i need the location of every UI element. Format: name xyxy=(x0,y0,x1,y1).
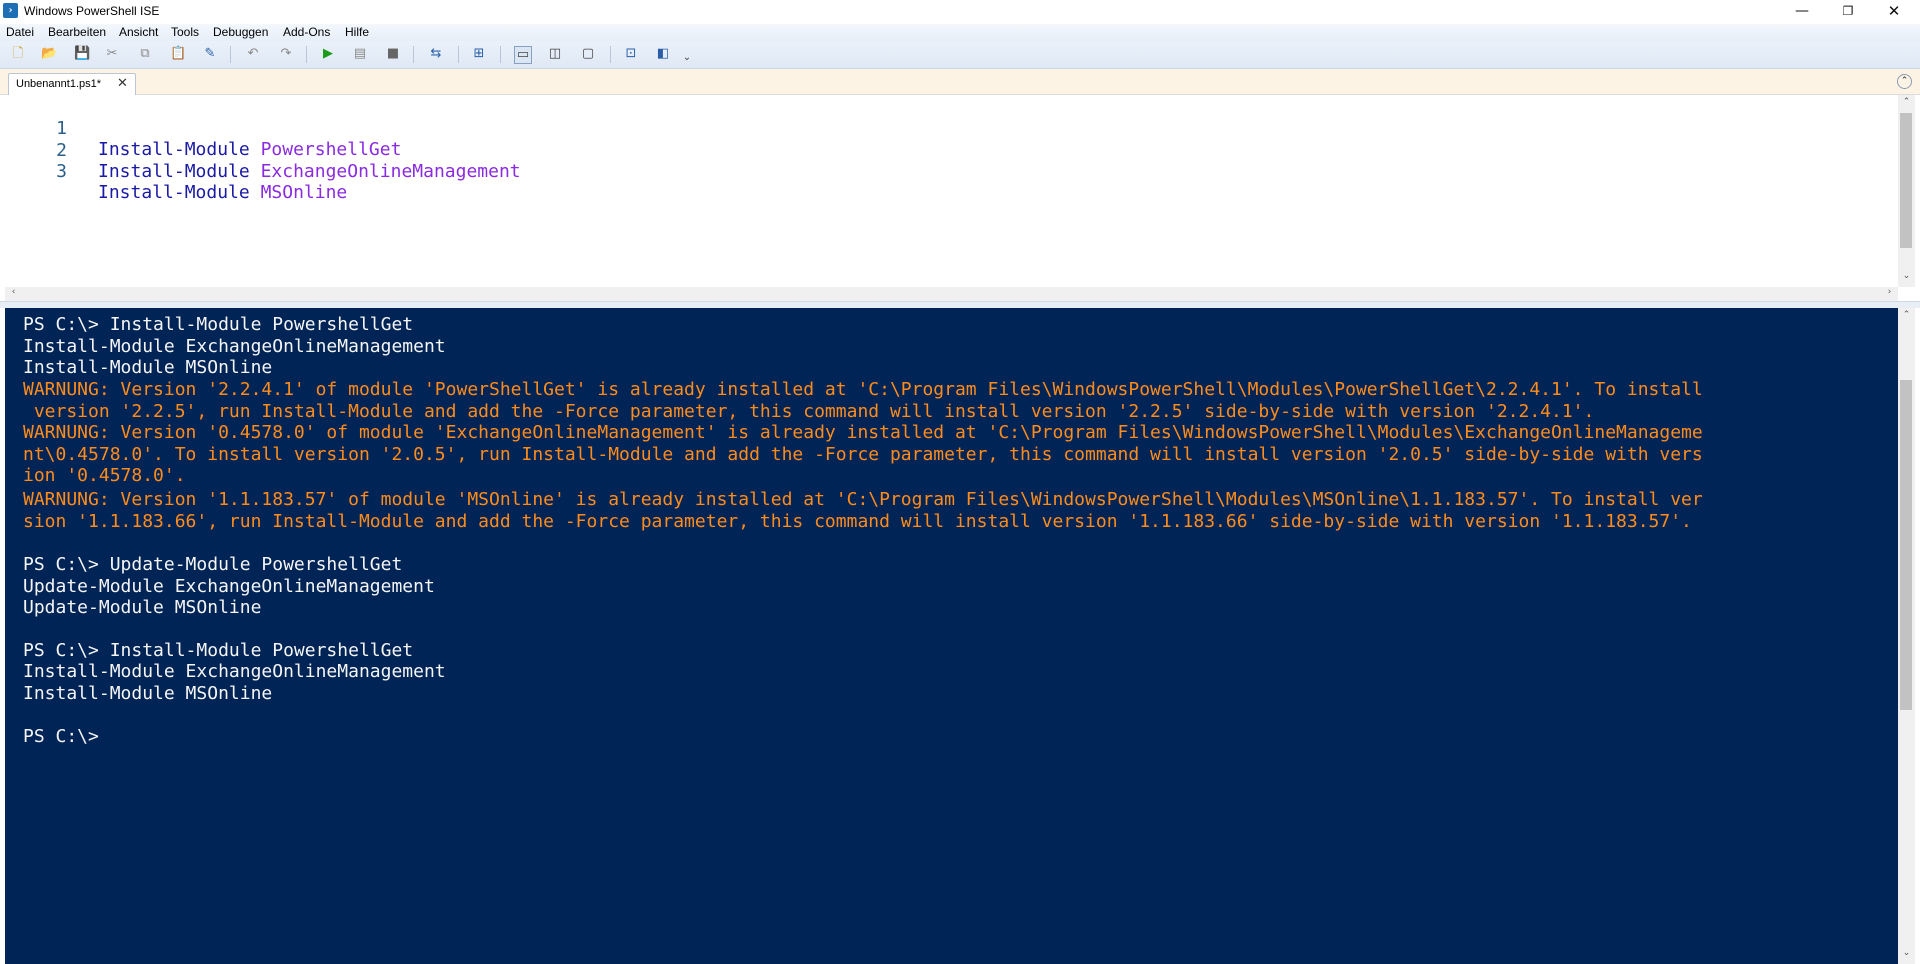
toolbar-overflow-icon[interactable]: ⌄ xyxy=(679,50,695,66)
console-line: Install-Module MSOnline xyxy=(23,357,273,378)
argument-token: ExchangeOnlineManagement xyxy=(260,161,521,182)
console-line: PS C:\> Update-Module PowershellGet xyxy=(23,554,403,575)
menu-hilfe[interactable]: Hilfe xyxy=(345,25,369,39)
start-powershell-icon[interactable]: ⊞ xyxy=(471,46,487,62)
tab-label: Unbenannt1.ps1* xyxy=(16,78,102,90)
console-warning-line: ion '0.4578.0'. xyxy=(23,465,186,486)
console-warning-line: WARNUNG: Version '2.2.4.1' of module 'Po… xyxy=(23,379,1703,400)
console-line: Install-Module MSOnline xyxy=(23,683,273,704)
toolbar-separator xyxy=(306,46,307,63)
run-script-icon[interactable]: ▶ xyxy=(320,46,336,62)
toolbar-separator xyxy=(230,46,231,63)
toolbar-separator xyxy=(458,46,459,63)
scroll-left-icon[interactable]: ‹ xyxy=(5,287,22,297)
layout-max-icon[interactable]: ▢ xyxy=(580,46,596,62)
menu-tools[interactable]: Tools xyxy=(171,25,199,39)
console-line: Update-Module ExchangeOnlineManagement xyxy=(23,576,435,597)
undo-icon[interactable]: ↶ xyxy=(245,46,261,62)
clear-console-icon[interactable]: ✎ xyxy=(202,46,218,62)
editor-vertical-scrollbar[interactable]: ⌃ ⌄ xyxy=(1898,95,1915,287)
pane-splitter[interactable] xyxy=(0,301,1920,308)
menu-bar: Datei Bearbeiten Ansicht Tools Debuggen … xyxy=(0,24,1920,41)
console-line: PS C:\> Install-Module PowershellGet xyxy=(23,640,414,661)
editor-line: 1 Install-Module PowershellGet xyxy=(5,97,1895,160)
powershell-ise-window: › Windows PowerShell ISE — ❐ ✕ Datei Bea… xyxy=(0,0,1920,964)
layout-top-icon[interactable]: ▭ xyxy=(514,46,532,64)
console-line: PS C:\> Install-Module PowershellGet xyxy=(23,314,414,335)
toolbar: 🗋 📂 💾 ✂ ⧉ 📋 ✎ ↶ ↷ ▶ ▤ ■ ⇆ ⊞ ▭ ◫ ▢ ⊡ ◧ ⌄ xyxy=(0,41,1920,69)
editor-scroll-thumb[interactable] xyxy=(1900,113,1912,248)
scroll-up-icon[interactable]: ⌃ xyxy=(1898,97,1915,107)
new-icon[interactable]: 🗋 xyxy=(10,46,26,62)
tab-close-icon[interactable]: ✕ xyxy=(117,76,128,91)
paste-icon[interactable]: 📋 xyxy=(170,46,186,62)
line-number: 3 xyxy=(56,161,67,182)
run-selection-icon[interactable]: ▤ xyxy=(352,46,368,62)
scroll-down-icon[interactable]: ⌄ xyxy=(1898,271,1915,281)
remote-powershell-icon[interactable]: ⇆ xyxy=(428,46,444,62)
editor-line: 3 Install-Module MSOnline xyxy=(5,140,1895,203)
toolbar-separator xyxy=(610,46,611,63)
console-warning-line: sion '1.1.183.66', run Install-Module an… xyxy=(23,511,1692,532)
stop-icon[interactable]: ■ xyxy=(385,46,401,62)
scroll-up-icon[interactable]: ⌃ xyxy=(1898,310,1915,320)
code-line: Install-Module MSOnline xyxy=(98,182,347,203)
console-pane[interactable]: PS C:\> Install-Module PowershellGet Ins… xyxy=(5,308,1898,964)
tab-unbenannt1[interactable]: Unbenannt1.ps1* ✕ xyxy=(8,73,136,95)
console-warning-line: WARNUNG: Version '0.4578.0' of module 'E… xyxy=(23,422,1703,443)
menu-bearbeiten[interactable]: Bearbeiten xyxy=(48,25,106,39)
console-line: Install-Module ExchangeOnlineManagement xyxy=(23,661,446,682)
powershell-app-icon: › xyxy=(3,3,18,18)
toolbar-separator xyxy=(413,46,414,63)
minimize-button[interactable]: — xyxy=(1779,0,1825,22)
cmdlet-token: Install-Module xyxy=(98,161,250,182)
collapse-script-pane-icon[interactable]: ⌃ xyxy=(1897,74,1912,89)
show-commands-icon[interactable]: ⊡ xyxy=(623,46,639,62)
redo-icon[interactable]: ↷ xyxy=(278,46,294,62)
menu-debuggen[interactable]: Debuggen xyxy=(213,25,268,39)
menu-datei[interactable]: Datei xyxy=(6,25,34,39)
menu-add-ons[interactable]: Add-Ons xyxy=(283,25,330,39)
cut-icon[interactable]: ✂ xyxy=(104,46,120,62)
console-warning-line: nt\0.4578.0'. To install version '2.0.5'… xyxy=(23,444,1703,465)
window-title: Windows PowerShell ISE xyxy=(24,4,160,18)
title-bar: › Windows PowerShell ISE — ❐ ✕ xyxy=(0,0,1920,24)
console-warning-line: version '2.2.5', run Install-Module and … xyxy=(23,401,1595,422)
open-icon[interactable]: 📂 xyxy=(41,46,57,62)
editor-horizontal-scrollbar[interactable]: ‹ › xyxy=(5,287,1898,301)
close-button[interactable]: ✕ xyxy=(1871,0,1917,22)
maximize-button[interactable]: ❐ xyxy=(1825,0,1871,22)
console-line: Update-Module MSOnline xyxy=(23,597,262,618)
editor-line: 2 Install-Module ExchangeOnlineManagemen… xyxy=(5,119,1895,182)
console-vertical-scrollbar[interactable]: ⌃ ⌄ xyxy=(1898,308,1915,964)
cmdlet-token: Install-Module xyxy=(98,182,250,203)
console-prompt: PS C:\> xyxy=(23,726,99,747)
console-scroll-thumb[interactable] xyxy=(1900,380,1912,710)
layout-right-icon[interactable]: ◫ xyxy=(547,46,563,62)
console-line: Install-Module ExchangeOnlineManagement xyxy=(23,336,446,357)
menu-ansicht[interactable]: Ansicht xyxy=(119,25,158,39)
copy-icon[interactable]: ⧉ xyxy=(137,46,153,62)
script-editor[interactable]: 1 Install-Module PowershellGet 2 Install… xyxy=(5,95,1898,287)
console-warning-line: WARNUNG: Version '1.1.183.57' of module … xyxy=(23,489,1703,510)
scroll-down-icon[interactable]: ⌄ xyxy=(1898,948,1915,958)
code-line: Install-Module ExchangeOnlineManagement xyxy=(98,161,521,182)
show-addon-icon[interactable]: ◧ xyxy=(655,46,671,62)
save-icon[interactable]: 💾 xyxy=(74,46,90,62)
scroll-right-icon[interactable]: › xyxy=(1881,287,1898,297)
argument-token: MSOnline xyxy=(260,182,348,203)
script-tab-strip: Unbenannt1.ps1* ✕ ⌃ xyxy=(0,69,1920,95)
toolbar-separator xyxy=(500,46,501,63)
